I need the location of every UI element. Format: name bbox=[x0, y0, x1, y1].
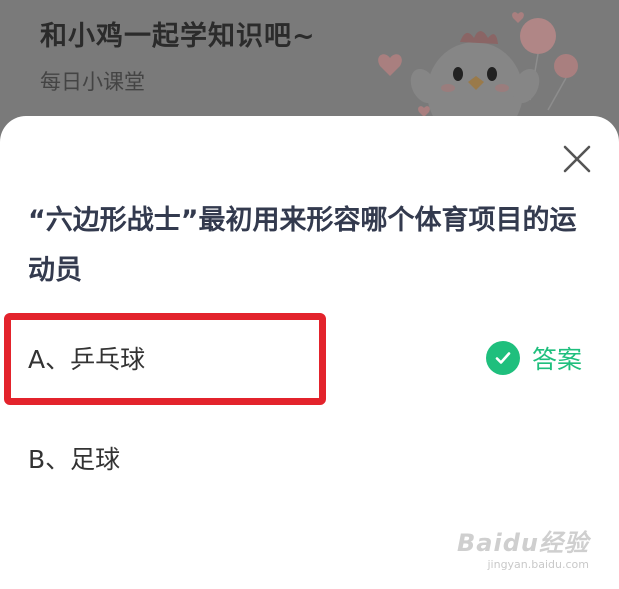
header-subtitle: 每日小课堂 bbox=[40, 70, 145, 94]
chicken-mascot-icon bbox=[378, 12, 578, 130]
option-a[interactable]: A、乒乓球 bbox=[28, 340, 145, 376]
watermark-logo: Baidu经验 bbox=[457, 529, 589, 557]
quiz-page: 和小鸡一起学知识吧~ 每日小课堂 “六边形战士”最初用来形容哪个体育项目的运动员… bbox=[0, 0, 619, 589]
answer-indicator[interactable]: 答案 bbox=[486, 340, 582, 376]
option-b[interactable]: B、足球 bbox=[28, 440, 120, 476]
answer-label: 答案 bbox=[532, 345, 583, 374]
quiz-sheet: “六边形战士”最初用来形容哪个体育项目的运动员 A、乒乓球 答案 B、足球 Ba… bbox=[0, 116, 619, 589]
watermark-url: jingyan.baidu.com bbox=[487, 558, 589, 571]
watermark: Baidu经验 jingyan.baidu.com bbox=[457, 523, 589, 571]
question-text: “六边形战士”最初用来形容哪个体育项目的运动员 bbox=[28, 205, 577, 286]
header-title: 和小鸡一起学知识吧~ bbox=[40, 21, 316, 52]
check-icon bbox=[486, 341, 520, 375]
close-icon[interactable] bbox=[560, 142, 594, 176]
